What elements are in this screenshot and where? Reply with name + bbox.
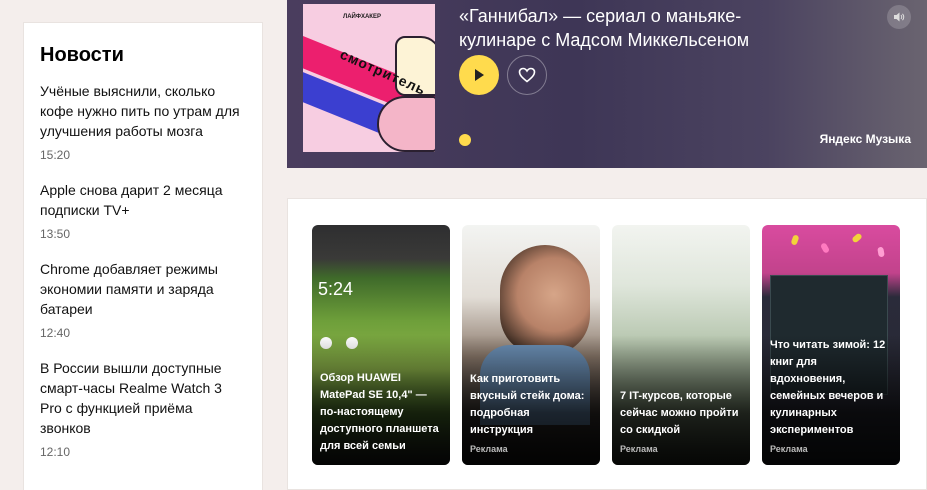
- confetti: [790, 234, 800, 246]
- cover-face: [377, 96, 435, 152]
- confetti: [851, 232, 863, 244]
- news-title: Новости: [40, 44, 124, 66]
- news-item-text[interactable]: Учёные выяснили, сколько кофе нужно пить…: [40, 81, 246, 141]
- ad-label: Реклама: [470, 444, 508, 454]
- confetti: [877, 246, 885, 258]
- news-item-text[interactable]: Apple снова дарит 2 месяца подписки TV+: [40, 180, 246, 220]
- article-card[interactable]: Что читать зимой: 12 книг для вдохновени…: [762, 225, 900, 465]
- card-title-text: 7 IT-курсов, которые сейчас можно пройти…: [620, 390, 739, 436]
- provider-label[interactable]: Яндекс Музыка: [820, 132, 911, 146]
- music-player: ЛАЙФХАКЕР смотритель «Ганнибал» — сериал…: [287, 0, 927, 168]
- volume-button[interactable]: [887, 5, 911, 29]
- card-title: Как приготовить вкусный стейк дома: подр…: [470, 371, 594, 455]
- news-item[interactable]: В России вышли доступные смарт-часы Real…: [40, 358, 246, 459]
- news-item-time: 15:20: [40, 148, 71, 162]
- card-title-text: Что читать зимой: 12 книг для вдохновени…: [770, 339, 886, 436]
- card-title: Что читать зимой: 12 книг для вдохновени…: [770, 337, 894, 455]
- progress-dot: [459, 134, 471, 146]
- news-item-time: 13:50: [40, 227, 71, 241]
- news-item[interactable]: Учёные выяснили, сколько кофе нужно пить…: [40, 81, 246, 162]
- ad-label: Реклама: [770, 444, 808, 454]
- card-title-text: Обзор HUAWEI MatePad SE 10,4" — по-насто…: [320, 372, 439, 452]
- volume-icon: [894, 12, 905, 22]
- news-item[interactable]: Apple снова дарит 2 месяца подписки TV+ …: [40, 180, 246, 241]
- song-title[interactable]: «Ганнибал» — сериал о маньяке-кулинаре с…: [459, 4, 789, 52]
- article-card[interactable]: Как приготовить вкусный стейк дома: подр…: [462, 225, 600, 465]
- ad-label: Реклама: [620, 444, 658, 454]
- card-title: 7 IT-курсов, которые сейчас можно пройти…: [620, 388, 744, 455]
- news-item-time: 12:10: [40, 445, 71, 459]
- news-item[interactable]: Chrome добавляет режимы экономии памяти …: [40, 259, 246, 340]
- like-button[interactable]: [507, 55, 547, 95]
- cover-brand: ЛАЙФХАКЕР: [343, 14, 381, 20]
- card-title: Обзор HUAWEI MatePad SE 10,4" — по-насто…: [320, 370, 444, 455]
- heart-icon: [518, 67, 536, 83]
- play-button[interactable]: [459, 55, 499, 95]
- podcast-cover[interactable]: ЛАЙФХАКЕР смотритель: [303, 4, 435, 152]
- news-item-time: 12:40: [40, 326, 71, 340]
- cards-panel: 5:24 Обзор HUAWEI MatePad SE 10,4" — по-…: [287, 198, 927, 490]
- news-panel: Новости Учёные выяснили, сколько кофе ну…: [23, 22, 263, 490]
- article-card[interactable]: 5:24 Обзор HUAWEI MatePad SE 10,4" — по-…: [312, 225, 450, 465]
- news-item-text[interactable]: Chrome добавляет режимы экономии памяти …: [40, 259, 246, 319]
- article-card[interactable]: 7 IT-курсов, которые сейчас можно пройти…: [612, 225, 750, 465]
- confetti: [819, 242, 831, 254]
- news-item-text[interactable]: В России вышли доступные смарт-часы Real…: [40, 358, 246, 438]
- play-icon: [475, 69, 484, 81]
- tablet-clock: 5:24: [318, 279, 354, 299]
- card-title-text: Как приготовить вкусный стейк дома: подр…: [470, 373, 585, 436]
